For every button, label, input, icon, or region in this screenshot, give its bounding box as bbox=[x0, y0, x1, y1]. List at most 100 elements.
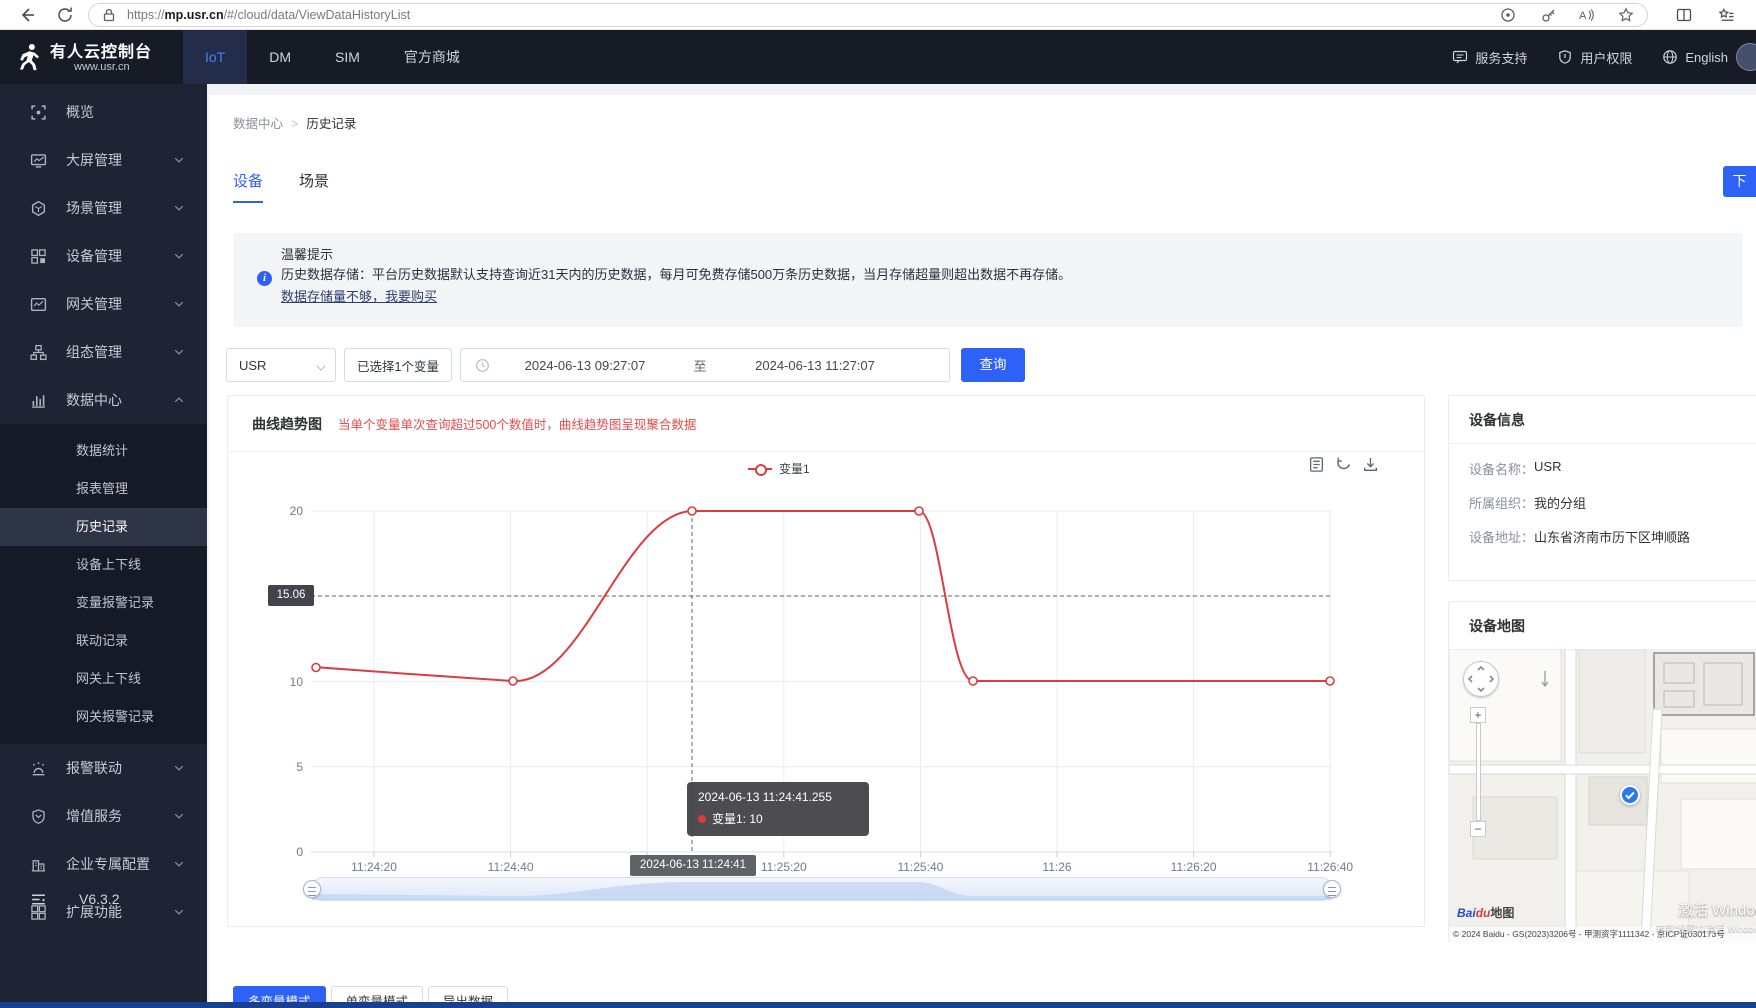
datazoom-left-handle[interactable] bbox=[303, 880, 321, 898]
sidebar-item[interactable]: 数据中心 bbox=[0, 376, 207, 424]
crosshair-y-tag: 15.06 bbox=[268, 585, 314, 606]
sidebar-subitem[interactable]: 网关上下线 bbox=[0, 660, 207, 698]
query-button[interactable]: 查询 bbox=[961, 348, 1025, 382]
split-screen-icon[interactable] bbox=[1676, 7, 1692, 23]
notice-text: 历史数据存储：平台历史数据默认支持查询近31天内的历史数据，每月可免费存储500… bbox=[281, 267, 1072, 282]
datazoom-slider[interactable] bbox=[303, 877, 1341, 901]
x-tick-label: 11:26 bbox=[1042, 860, 1072, 874]
sidebar-item[interactable]: 报警联动 bbox=[0, 744, 207, 792]
back-icon[interactable] bbox=[18, 6, 36, 24]
device-info-row: 设备名称： USR bbox=[1449, 459, 1756, 478]
y-tick-label: 5 bbox=[296, 759, 303, 774]
sidebar-subitem[interactable]: 网关报警记录 bbox=[0, 698, 207, 736]
breadcrumb-parent[interactable]: 数据中心 bbox=[233, 117, 283, 131]
sidebar-item[interactable]: 概览 bbox=[0, 88, 207, 136]
sidebar-item-label: 大屏管理 bbox=[66, 152, 122, 168]
location-icon[interactable] bbox=[1500, 7, 1516, 23]
url-text: https://mp.usr.cn/#/cloud/data/ViewDataH… bbox=[127, 8, 411, 22]
address-bar[interactable]: https://mp.usr.cn/#/cloud/data/ViewDataH… bbox=[88, 3, 1648, 27]
sidebar-item[interactable]: 大屏管理 bbox=[0, 136, 207, 184]
chevron-down-icon bbox=[173, 762, 185, 774]
sidebar-subitem[interactable]: 历史记录 bbox=[0, 508, 207, 546]
alarm-icon bbox=[30, 760, 47, 777]
datazoom-right-handle[interactable] bbox=[1323, 880, 1341, 898]
collections-icon[interactable] bbox=[1718, 7, 1735, 24]
x-tick-label: 11:26:20 bbox=[1170, 860, 1217, 874]
device-map-title: 设备地图 bbox=[1449, 602, 1756, 650]
page-tab[interactable]: 设备 bbox=[233, 170, 264, 203]
chevron-down-icon bbox=[173, 858, 185, 870]
sidebar-item[interactable]: 场景管理 bbox=[0, 184, 207, 232]
browser-toolbar: https://mp.usr.cn/#/cloud/data/ViewDataH… bbox=[0, 0, 1756, 30]
date-range-picker[interactable]: 2024-06-13 09:27:07 至 2024-06-13 11:27:0… bbox=[460, 348, 950, 382]
device-info-value: 我的分组 bbox=[1534, 496, 1587, 511]
sidebar-item-label: 场景管理 bbox=[66, 200, 122, 216]
sidebar-item[interactable]: 网关管理 bbox=[0, 280, 207, 328]
product-tab[interactable]: DM bbox=[247, 30, 313, 84]
baidu-logo[interactable]: Baidu地图 bbox=[1457, 904, 1514, 921]
device-select-value: USR bbox=[239, 357, 267, 373]
breadcrumb: 数据中心 > 历史记录 bbox=[233, 117, 357, 131]
sidebar-subitem[interactable]: 数据统计 bbox=[0, 432, 207, 470]
product-tab[interactable]: IoT bbox=[183, 30, 248, 84]
chevron-down-icon bbox=[316, 361, 326, 371]
sidebar-item[interactable]: 设备管理 bbox=[0, 232, 207, 280]
chart-line-series bbox=[311, 506, 1335, 852]
product-tab[interactable]: SIM bbox=[313, 30, 382, 84]
page-tab[interactable]: 场景 bbox=[299, 170, 329, 203]
device-info-label: 所属组织： bbox=[1469, 496, 1535, 511]
device-location-marker[interactable] bbox=[1620, 785, 1640, 805]
date-start-input[interactable]: 2024-06-13 09:27:07 bbox=[490, 358, 680, 373]
sidebar-item[interactable]: 组态管理 bbox=[0, 328, 207, 376]
app-window: https://mp.usr.cn/#/cloud/data/ViewDataH… bbox=[0, 0, 1756, 1008]
navbar-right-item[interactable]: 用户权限 bbox=[1557, 48, 1632, 67]
sidebar-item-label: 组态管理 bbox=[66, 344, 122, 360]
baidu-map[interactable]: + − Baidu地图 激活 Windows 转到“设置”以激活 Windows… bbox=[1449, 649, 1756, 942]
buy-storage-link[interactable]: 数据存储量不够，我要购买 bbox=[281, 286, 437, 305]
windows-activation-watermark: 激活 Windows 转到“设置”以激活 Windows。 bbox=[1655, 902, 1756, 934]
collapse-menu-icon[interactable] bbox=[30, 891, 47, 908]
sidebar-subitem[interactable]: 变量报警记录 bbox=[0, 584, 207, 622]
device-select[interactable]: USR bbox=[226, 348, 336, 382]
favorite-star-icon[interactable] bbox=[1618, 7, 1634, 23]
enterprise-icon bbox=[30, 856, 47, 873]
sidebar-subitem[interactable]: 设备上下线 bbox=[0, 546, 207, 584]
navbar-right-item[interactable]: English bbox=[1662, 49, 1728, 65]
sidebar-item[interactable]: 增值服务 bbox=[0, 792, 207, 840]
datacenter-icon bbox=[30, 392, 47, 409]
avatar[interactable] bbox=[1736, 43, 1756, 71]
device-info-row: 所属组织： 我的分组 bbox=[1449, 493, 1756, 512]
logo[interactable]: 有人云控制台 www.usr.cn bbox=[0, 30, 207, 84]
sidebar-subitem[interactable]: 报表管理 bbox=[0, 470, 207, 508]
map-pan-control[interactable] bbox=[1463, 661, 1499, 697]
sidebar-item-label: 概览 bbox=[66, 104, 94, 120]
config-icon bbox=[30, 344, 47, 361]
device-info-row: 设备地址： 山东省济南市历下区坤顺路 bbox=[1449, 527, 1756, 546]
refresh-page-icon[interactable] bbox=[56, 6, 74, 24]
chevron-down-icon bbox=[173, 298, 185, 310]
device-info-card: 设备信息 设备名称： USR 所属组织： 我的分组 设备地址： 山东省济南市历下… bbox=[1448, 395, 1756, 581]
y-tick-label: 20 bbox=[289, 504, 303, 518]
date-end-input[interactable]: 2024-06-13 11:27:07 bbox=[720, 358, 910, 373]
sidebar-item-label: 网关管理 bbox=[66, 296, 122, 312]
crosshair-x-tag: 2024-06-13 11:24:41 bbox=[630, 855, 756, 876]
sidebar-subitem[interactable]: 联动记录 bbox=[0, 622, 207, 660]
lock-icon bbox=[101, 7, 117, 23]
tooltip-time: 2024-06-13 11:24:41.255 bbox=[698, 790, 832, 804]
taskbar-edge bbox=[0, 1002, 1756, 1008]
read-aloud-icon[interactable]: A bbox=[1578, 7, 1594, 23]
map-zoom-slider[interactable] bbox=[1476, 723, 1481, 821]
map-zoom-in-button[interactable]: + bbox=[1470, 707, 1486, 723]
product-tab[interactable]: 官方商城 bbox=[382, 30, 482, 84]
download-button[interactable]: 下 bbox=[1723, 166, 1756, 197]
scene-icon bbox=[30, 200, 47, 217]
shield-icon bbox=[1557, 49, 1573, 65]
navbar-right-item[interactable]: 服务支持 bbox=[1452, 48, 1527, 67]
sidebar-item-label: 企业专属配置 bbox=[66, 856, 150, 872]
variable-select[interactable]: 已选择1个变量 bbox=[344, 348, 452, 382]
password-key-icon[interactable] bbox=[1541, 7, 1557, 23]
logo-title: 有人云控制台 bbox=[50, 44, 153, 61]
map-zoom-out-button[interactable]: − bbox=[1470, 821, 1486, 837]
y-tick-label: 0 bbox=[296, 845, 303, 859]
sidebar: 概览 大屏管理 场景管理 设备管理 网关管理 组态管理 数据中心 数据统计 报表… bbox=[0, 84, 207, 1008]
